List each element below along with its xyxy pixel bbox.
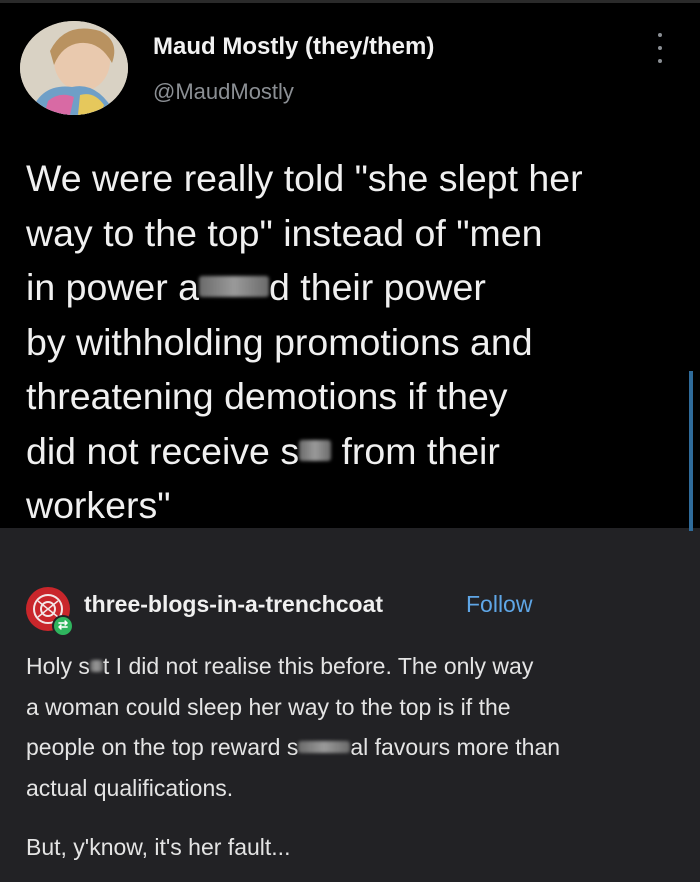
tweet-card: Maud Mostly (they/them) @MaudMostly We w… xyxy=(0,0,700,531)
reblog-card: ⇄ three-blogs-in-a-trenchcoat Follow Hol… xyxy=(0,556,700,882)
tweet-text: We were really told "she slept her way t… xyxy=(26,151,676,533)
display-name[interactable]: Maud Mostly (they/them) xyxy=(153,33,434,61)
reblog-line: t I did not realise this before. The onl… xyxy=(102,653,534,679)
tweet-line: by withholding promotions and xyxy=(26,320,533,363)
scrollbar-thumb[interactable] xyxy=(689,371,693,531)
more-options-button[interactable] xyxy=(652,33,668,63)
tweet-line: did not receive s xyxy=(26,429,300,472)
tweet-line: We were really told "she slept her xyxy=(26,157,583,199)
censored-word-blur xyxy=(199,276,270,297)
profile-photo-icon xyxy=(20,21,128,115)
reblog-text: Holy s t I did not realise this before. T… xyxy=(26,646,676,808)
tweet-line: way to the top" instead of "men xyxy=(26,211,543,254)
reblog-line: people on the top reward s xyxy=(26,734,299,760)
reblog-line: actual qualifications. xyxy=(26,774,234,801)
reblog-closing-line: But, y'know, it's her fault... xyxy=(26,834,291,860)
tweet-line: from their xyxy=(331,429,500,472)
vertical-ellipsis-icon xyxy=(658,33,662,37)
reblog-line: Holy s xyxy=(26,653,90,679)
tweet-line: in power a xyxy=(26,266,200,308)
blog-name[interactable]: three-blogs-in-a-trenchcoat xyxy=(84,591,383,618)
follow-button[interactable]: Follow xyxy=(466,591,532,618)
user-handle[interactable]: @MaudMostly xyxy=(153,79,294,105)
censored-word-blur xyxy=(89,659,103,673)
profile-photo-avatar[interactable] xyxy=(20,21,128,115)
tweet-line: d their power xyxy=(269,266,486,308)
reblog-line: a woman could sleep her way to the top i… xyxy=(26,693,511,720)
tweet-line: workers" xyxy=(26,484,171,526)
censored-word-blur xyxy=(299,439,332,461)
reblog-icon: ⇄ xyxy=(52,615,74,637)
tweet-line: threatening demotions if they xyxy=(26,375,508,417)
reblog-line: al favours more than xyxy=(350,734,561,760)
censored-word-blur xyxy=(298,740,351,754)
